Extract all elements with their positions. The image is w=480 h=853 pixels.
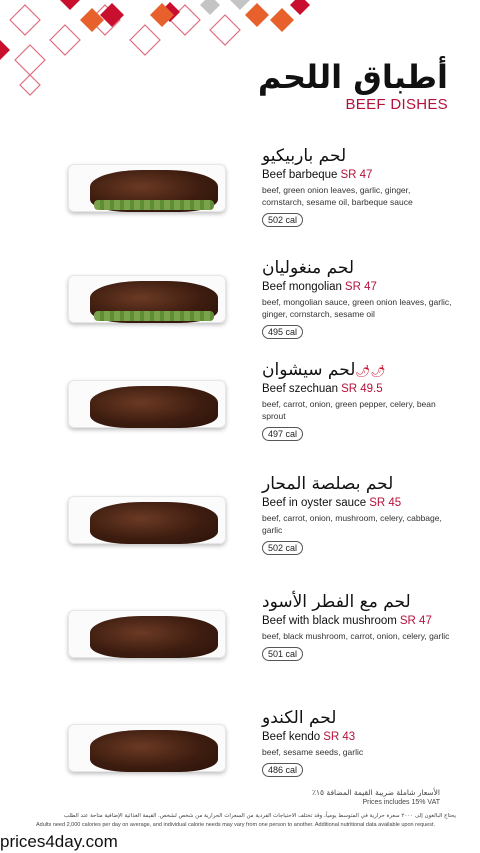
nutrition-note: Adults need 2,000 calories per day on av… (36, 822, 436, 828)
dish-image (60, 712, 240, 792)
dish-name-arabic: لحم باربيكيو (262, 146, 347, 166)
vat-note: Prices includes 15% VAT (362, 799, 440, 806)
nutrition-note-arabic: يحتاج البالغون إلى ٢٠٠٠ سعرة حرارية في ا… (63, 813, 456, 819)
dish-image (60, 152, 240, 232)
page-title-english: BEEF DISHES (345, 96, 448, 113)
calorie-badge: 497 cal (262, 427, 304, 441)
dish-description: beef, mongolian sauce, green onion leave… (262, 297, 452, 319)
dish-name: Beef in oyster sauce (262, 497, 367, 509)
watermark: prices4day.com (0, 832, 118, 851)
calorie-badge: 502 cal (262, 213, 304, 227)
dish-name: Beef barbeque (262, 169, 338, 181)
dish-image (60, 368, 240, 448)
calorie-badge: 486 cal (262, 763, 304, 777)
dish-image (60, 263, 240, 343)
dish-description: beef, carrot, onion, green pepper, celer… (262, 399, 436, 421)
calorie-badge: 501 cal (262, 647, 304, 661)
dish-price: SR 43 (323, 731, 356, 743)
dish-price: SR 45 (369, 497, 402, 509)
dish-name-arabic: 🌶🌶لحم سيشوان (262, 360, 386, 380)
dish-price: SR 47 (340, 169, 373, 181)
spicy-icon: 🌶🌶 (355, 364, 386, 378)
dish-name-arabic: لحم الكندو (262, 708, 337, 728)
dish-price: SR 47 (344, 281, 377, 293)
dish-price: SR 47 (399, 615, 432, 627)
dish-price: SR 49.5 (341, 383, 383, 395)
dish-description: beef, sesame seeds, garlic (262, 747, 364, 757)
dish-name: Beef mongolian (262, 281, 342, 293)
dish-image (60, 484, 240, 564)
dish-name: Beef with black mushroom (262, 615, 397, 627)
dish-image (60, 598, 240, 678)
page-title-arabic: أطباق اللحم (257, 58, 448, 96)
dish-name-arabic: لحم بصلصة المحار (262, 474, 394, 494)
dish-name: Beef kendo (262, 731, 321, 743)
dish-name-arabic: لحم مع الفطر الأسود (262, 592, 411, 612)
dish-description: beef, green onion leaves, garlic, ginger… (262, 185, 413, 207)
dish-description: beef, black mushroom, carrot, onion, cel… (262, 631, 450, 641)
calorie-badge: 502 cal (262, 541, 304, 555)
dish-description: beef, carrot, onion, mushroom, celery, c… (262, 513, 442, 535)
calorie-badge: 495 cal (262, 325, 304, 339)
vat-note-arabic: الأسعار شاملة ضريبة القيمة المضافة ١٥٪ (311, 788, 440, 797)
dish-name-arabic: لحم منغوليان (262, 258, 355, 278)
dish-name: Beef szechuan (262, 383, 339, 395)
